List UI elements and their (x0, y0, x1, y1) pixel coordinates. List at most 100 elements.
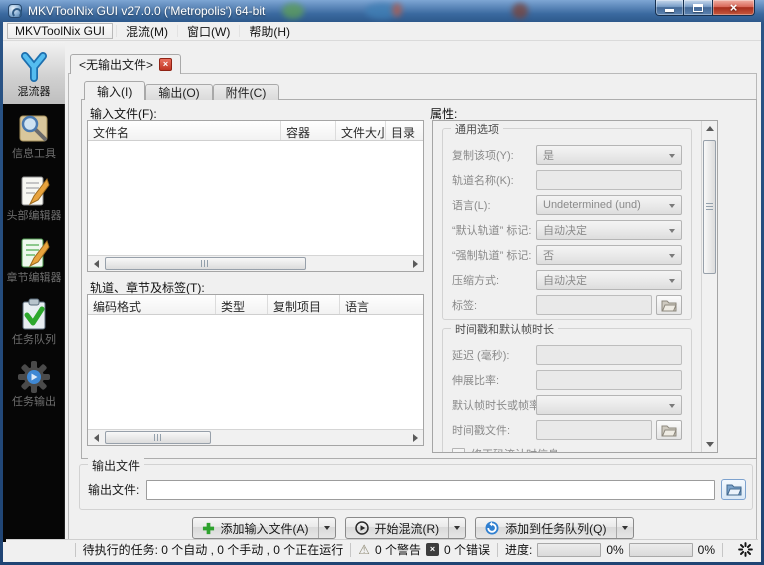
arrow-right-icon (412, 433, 418, 442)
sidebar-item-job-queue[interactable]: 任务队列 (3, 290, 65, 352)
minimize-button[interactable] (655, 0, 684, 16)
sidebar-item-label: 章节编辑器 (6, 271, 62, 284)
close-button[interactable]: × (712, 0, 755, 16)
close-icon: × (729, 0, 738, 15)
statusbar-separator (74, 542, 76, 557)
tab-close-icon[interactable]: × (159, 58, 173, 71)
field-row: “默认轨道” 标记: 自动决定 (452, 220, 682, 240)
column-header-codec[interactable]: 编码格式 (88, 295, 216, 314)
vertical-scrollbar[interactable] (701, 121, 717, 452)
button-label: 开始混流(R) (374, 521, 440, 536)
scroll-down-button[interactable] (702, 437, 717, 452)
general-options-group: 通用选项 复制该项(Y): 是 轨道名称(K): 语言(L): Undeterm… (442, 121, 692, 320)
menu-mkvtoolnix-gui[interactable]: MKVToolNix GUI (7, 23, 114, 39)
menu-help[interactable]: 帮助(H) (241, 22, 298, 40)
progress-percent: 0% (606, 542, 624, 557)
tab-attachments[interactable]: 附件(C) (212, 84, 280, 100)
source-files-table-body[interactable] (88, 141, 423, 255)
column-header-filename[interactable]: 文件名 (88, 121, 281, 140)
column-header-container[interactable]: 容器 (281, 121, 336, 140)
statusbar-separator (350, 542, 352, 557)
arrow-down-icon (706, 442, 714, 447)
grip-icon (153, 434, 163, 441)
menu-window[interactable]: 窗口(W) (179, 22, 238, 40)
scrollbar-thumb[interactable] (105, 431, 211, 444)
start-muxing-button[interactable]: 开始混流(R) (346, 518, 449, 538)
sidebar-item-header-editor[interactable]: 头部编辑器 (3, 166, 65, 228)
add-source-files-menu-button[interactable] (317, 518, 335, 538)
field-label: 伸展比率: (452, 375, 500, 387)
field-row: 延迟 (毫秒): (452, 345, 682, 365)
aero-glass-reflection (512, 3, 528, 19)
menu-multiplexer[interactable]: 混流(M) (118, 22, 176, 40)
sidebar-item-job-output[interactable]: 任务输出 (3, 352, 65, 414)
chapter-editor-icon (21, 238, 50, 267)
properties-viewport: 通用选项 复制该项(Y): 是 轨道名称(K): 语言(L): Undeterm… (433, 121, 701, 452)
jobs-text: 待执行的任务: 0 个自动 , 0 个手动 , 0 个正在运行 (82, 543, 344, 557)
output-file-input[interactable] (146, 479, 715, 500)
field-row: “强制轨道” 标记: 否 (452, 245, 682, 265)
column-header-type[interactable]: 类型 (216, 295, 268, 314)
merge-inner-tabs: 输入(I) 输出(O) 附件(C) (84, 81, 280, 100)
add-to-queue-button[interactable]: 添加到任务队列(Q) (476, 518, 615, 538)
field-row: 语言(L): Undetermined (und) (452, 195, 682, 215)
scroll-right-button[interactable] (407, 430, 423, 445)
scroll-left-button[interactable] (88, 256, 104, 271)
window-client-area: MKVToolNix GUI 混流(M) 窗口(W) 帮助(H) 混流器 信息工… (3, 22, 761, 562)
column-header-directory[interactable]: 目录 (386, 121, 423, 140)
horizontal-scrollbar[interactable] (88, 429, 423, 445)
tab-output[interactable]: 输出(O) (145, 84, 213, 100)
header-editor-icon (21, 176, 50, 205)
field-row: 时间戳文件: (452, 420, 682, 440)
source-files-table-header: 文件名 容器 文件大小 目录 (88, 121, 423, 141)
titlebar[interactable]: MKVToolNix GUI v27.0.0 ('Metropolis') 64… (0, 0, 764, 22)
queue-refresh-icon (485, 521, 499, 535)
stretch-input (536, 370, 682, 390)
output-file-row: 输出文件: (88, 479, 746, 500)
menu-separator (177, 25, 179, 37)
scrollbar-thumb[interactable] (105, 257, 306, 270)
sidebar-item-info-tool[interactable]: 信息工具 (3, 104, 65, 166)
scroll-left-button[interactable] (88, 430, 104, 445)
start-muxing-split-button: 开始混流(R) (344, 517, 467, 539)
sidebar-item-chapter-editor[interactable]: 章节编辑器 (3, 228, 65, 290)
minimize-icon (665, 8, 674, 12)
browse-file-icon (661, 425, 677, 436)
chevron-down-icon (669, 254, 675, 258)
maximize-button[interactable] (684, 0, 712, 16)
tracks-table-body[interactable] (88, 315, 423, 429)
warnings-text: 0 个警告 (374, 543, 421, 557)
tab-no-output-file[interactable]: <无输出文件> × (70, 54, 182, 74)
horizontal-scrollbar[interactable] (88, 255, 423, 271)
arrow-right-icon (412, 259, 418, 268)
field-row: 伸展比率: (452, 370, 682, 390)
properties-panel: 通用选项 复制该项(Y): 是 轨道名称(K): 语言(L): Undeterm… (432, 120, 718, 453)
field-label: 延迟 (毫秒): (452, 350, 510, 362)
add-source-files-button[interactable]: 添加输入文件(A) (193, 518, 318, 538)
field-label: 轨道名称(K): (452, 175, 514, 187)
column-header-filesize[interactable]: 文件大小 (336, 121, 386, 140)
scrollbar-thumb[interactable] (703, 140, 716, 274)
scroll-right-button[interactable] (407, 256, 423, 271)
start-muxing-menu-button[interactable] (448, 518, 465, 538)
tab-input[interactable]: 输入(I) (84, 81, 146, 100)
checkbox-label: 修正码流计时信息 (471, 446, 559, 452)
chevron-down-icon (669, 404, 675, 408)
sidebar-item-label: 混流器 (17, 85, 51, 98)
column-header-copy-item[interactable]: 复制项目 (268, 295, 340, 314)
arrow-left-icon (93, 259, 99, 268)
aero-glass-reflection (282, 3, 304, 19)
tags-browse-button (656, 295, 682, 315)
column-header-language[interactable]: 语言 (340, 295, 423, 314)
output-browse-button[interactable] (721, 479, 746, 500)
scroll-up-button[interactable] (702, 121, 717, 136)
sidebar-item-label: 任务输出 (12, 395, 56, 408)
add-to-queue-menu-button[interactable] (615, 518, 633, 538)
sidebar-item-multiplexer[interactable]: 混流器 (3, 42, 65, 104)
arrow-up-icon (706, 126, 714, 131)
field-label: 标签: (452, 300, 478, 312)
field-label: “强制轨道” 标记: (452, 250, 532, 262)
add-to-queue-split-button: 添加到任务队列(Q) (475, 517, 634, 539)
merge-tab-pane: 输入(I) 输出(O) 附件(C) 输入文件(F): 文件名 容器 文件大小 目… (68, 73, 757, 541)
menu-separator (239, 25, 241, 37)
